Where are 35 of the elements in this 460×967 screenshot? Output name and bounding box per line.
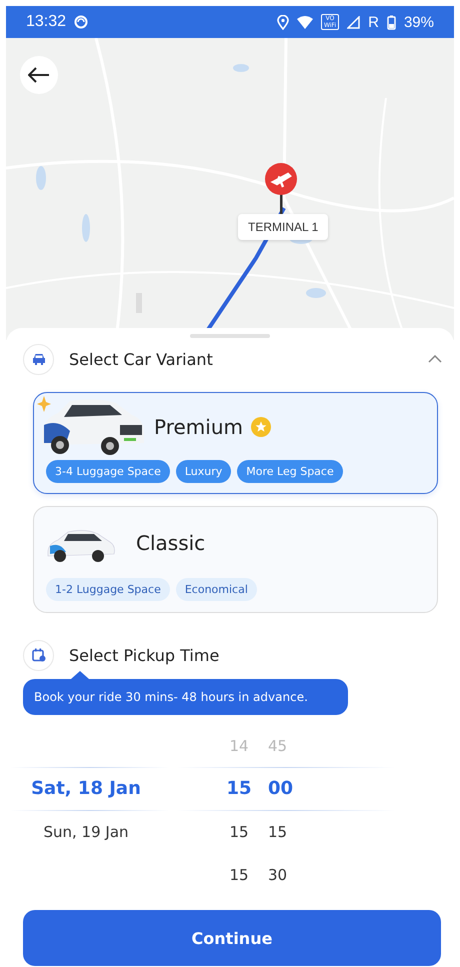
section-title: Select Car Variant [69, 350, 214, 368]
feature-tag: Luxury [176, 460, 232, 483]
picker-option[interactable]: 15 [229, 866, 249, 884]
picker-option[interactable]: 15 [226, 778, 252, 799]
picker-option[interactable]: 15 [229, 822, 249, 840]
sparkle-icon [37, 396, 51, 412]
picker-option[interactable]: Sun, 19 Jan [43, 822, 129, 840]
advance-booking-tooltip: Book your ride 30 mins- 48 hours in advance. [23, 671, 348, 715]
calendar-icon [23, 640, 54, 670]
feature-tag: 3-4 Luggage Space [46, 460, 170, 483]
car-variant-card[interactable]: Classic 1-2 Luggage Space Economical [33, 506, 438, 613]
back-arrow-icon [28, 67, 50, 83]
battery-icon [386, 14, 396, 30]
car-icon [23, 344, 54, 374]
variant-name: Premium [154, 414, 243, 438]
continue-button[interactable]: Continue [23, 910, 441, 966]
variant-name: Classic [136, 530, 206, 554]
car-variant-card[interactable]: Premium 3-4 Luggage Space Luxury More Leg Space [33, 392, 438, 494]
signal-icon [347, 16, 360, 28]
status-time: 13:32 [26, 13, 66, 31]
picker-option[interactable]: Sat, 18 Jan [31, 778, 141, 799]
picker-option[interactable]: 00 [268, 778, 294, 799]
chevron-icon[interactable] [428, 355, 442, 363]
feature-tag: 1-2 Luggage Space [46, 578, 170, 601]
section-title: Select Pickup Time [69, 646, 220, 664]
picker-option[interactable]: 15 [268, 822, 288, 840]
sync-icon [74, 15, 88, 29]
battery-level: 39% [404, 14, 434, 30]
terminal-label: TERMINAL 1 [238, 214, 328, 240]
picker-option[interactable]: 30 [268, 866, 288, 884]
feature-tag: More Leg Space [237, 460, 343, 483]
feature-tag: Economical [176, 578, 257, 601]
location-icon [276, 14, 289, 30]
wifi-icon [296, 16, 313, 28]
network-type: R [368, 14, 379, 30]
